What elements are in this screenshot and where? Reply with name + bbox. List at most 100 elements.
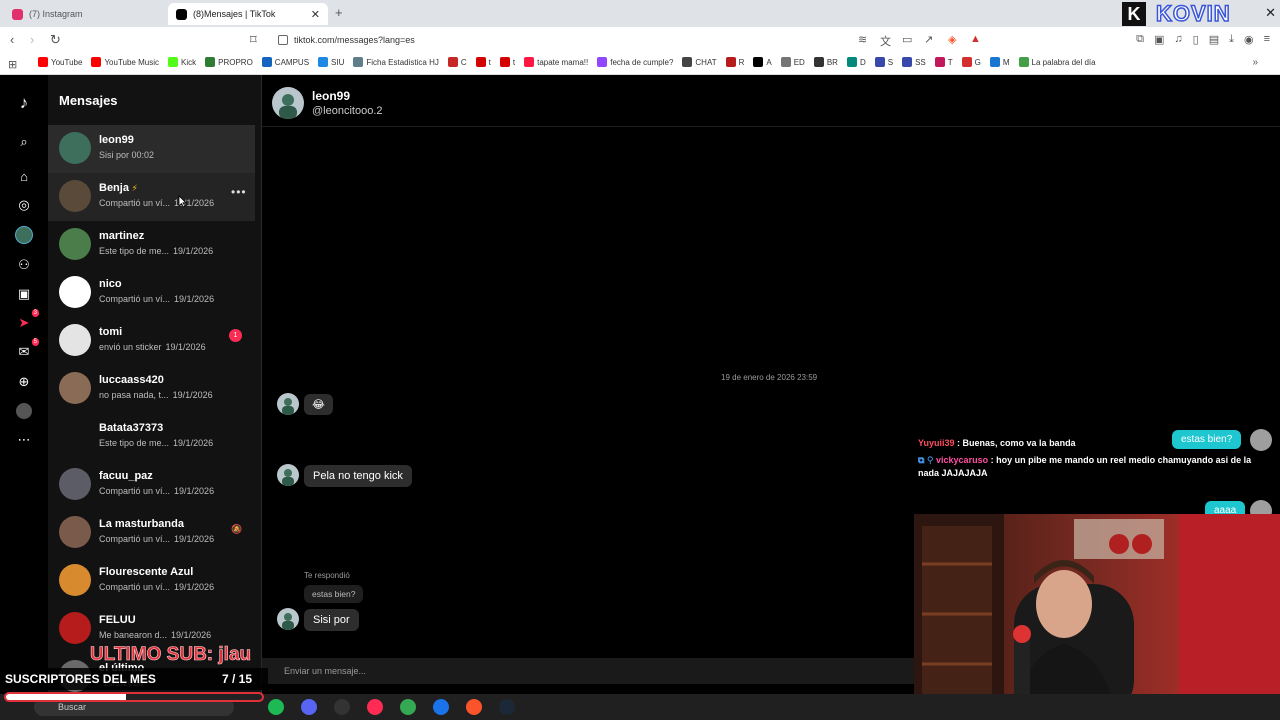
contact-name[interactable]: leon99 (312, 89, 350, 103)
live-icon[interactable]: ▣ (14, 284, 34, 304)
more-icon[interactable]: ⋯ (14, 430, 34, 450)
more-bookmarks-icon[interactable]: » (1252, 57, 1258, 68)
reader-icon[interactable]: ≋ (858, 33, 867, 46)
activity-icon[interactable]: ➤ 3 (14, 309, 39, 333)
conversation-avatar[interactable] (59, 372, 91, 404)
menu-icon[interactable]: ≡ (1264, 33, 1270, 46)
bookmark-item[interactable]: A (753, 57, 772, 67)
sender-avatar[interactable] (277, 608, 299, 630)
bookmark-item[interactable]: La palabra del día (1018, 57, 1096, 67)
site-info-icon[interactable] (278, 35, 288, 45)
conversation-avatar[interactable] (59, 516, 91, 548)
translate-icon[interactable]: 文 (880, 33, 891, 49)
bookmark-item[interactable]: T (934, 57, 953, 67)
conversation-avatar[interactable] (59, 276, 91, 308)
bookmark-item[interactable]: CAMPUS (261, 57, 309, 67)
cast-icon[interactable]: ▭ (902, 33, 912, 46)
taskbar-app-icon[interactable] (268, 699, 284, 715)
messages-icon[interactable]: ✉ 5 (14, 338, 39, 362)
share-icon[interactable]: ↗ (924, 33, 933, 46)
profile-avatar-icon[interactable] (14, 225, 34, 245)
more-options-icon[interactable]: ••• (231, 185, 247, 199)
reply-quote[interactable]: estas bien? (304, 585, 364, 603)
music-icon[interactable]: ♫ (1174, 33, 1182, 46)
conversation-avatar[interactable] (59, 132, 91, 164)
upload-icon[interactable]: ⊕ (14, 372, 34, 392)
bookmark-item[interactable]: YouTube Music (91, 57, 159, 67)
back-icon[interactable]: ‹ (10, 32, 14, 47)
message-bubble[interactable]: Sisi por (304, 609, 359, 631)
bookmark-icon[interactable]: ⌑ (250, 32, 257, 48)
conversation-avatar[interactable] (59, 564, 91, 596)
conversation-item[interactable]: nico Compartió un ví... 19/1/2026 (48, 269, 255, 317)
bookmark-item[interactable]: D (846, 57, 866, 67)
bookmark-item[interactable]: Kick (168, 57, 196, 67)
conversation-item[interactable]: tomi envió un sticker 19/1/2026 1 (48, 317, 255, 365)
sender-avatar[interactable] (277, 464, 299, 486)
bookmark-item[interactable]: Ficha Estadistica HJ (353, 57, 439, 67)
conversation-item[interactable]: Benja ⚡ Compartió un ví... 19/1/2026 ••• (48, 173, 255, 221)
apps-grid-icon[interactable]: ⊞ (8, 58, 17, 71)
bookmark-item[interactable]: t (475, 57, 491, 67)
bookmark-item[interactable]: tapate mama!! (524, 57, 588, 67)
conversation-avatar[interactable] (59, 468, 91, 500)
contact-avatar[interactable] (272, 87, 304, 119)
bookmark-item[interactable]: S (874, 57, 893, 67)
bookmark-item[interactable]: SS (902, 57, 926, 67)
tiktok-logo-icon[interactable]: ♪ (14, 93, 34, 113)
conversation-item[interactable]: Flourescente Azul Compartió un ví... 19/1/… (48, 557, 255, 605)
conversation-item[interactable]: Batata37373 Este tipo de me... 19/1/2026 (48, 413, 255, 461)
conversation-avatar[interactable] (59, 420, 91, 452)
conversation-item[interactable]: leon99 Sisi por 00:02 (48, 125, 255, 173)
taskbar-app-icon[interactable] (499, 699, 515, 715)
taskbar-app-icon[interactable] (400, 699, 416, 715)
conversation-avatar[interactable] (59, 228, 91, 260)
conversation-item[interactable]: La masturbanda Compartió un ví... 19/1/202… (48, 509, 255, 557)
friends-icon[interactable]: ⚇ (14, 255, 34, 275)
profile-icon[interactable] (14, 401, 34, 421)
tab-instagram[interactable]: (7) Instagram (4, 3, 166, 25)
rewards-icon[interactable]: ▲ (970, 33, 981, 45)
bookmark-item[interactable]: t (499, 57, 515, 67)
wallet-icon[interactable]: ▤ (1209, 33, 1219, 46)
bookmark-item[interactable]: M (989, 57, 1010, 67)
taskbar-app-icon[interactable] (367, 699, 383, 715)
vpn-icon[interactable]: ◉ (1244, 33, 1254, 46)
bookmark-item[interactable]: BR (813, 57, 838, 67)
bookmark-item[interactable]: R (725, 57, 744, 67)
taskbar-app-icon[interactable] (301, 699, 317, 715)
conversation-avatar[interactable] (59, 180, 91, 212)
tab-tiktok[interactable]: (8)Mensajes | TikTok ✕ (168, 3, 328, 25)
sender-avatar[interactable] (277, 393, 299, 415)
message-composer[interactable]: Enviar un mensaje... (262, 658, 917, 684)
conversation-item[interactable]: luccaass420 no pasa nada, t... 19/1/2026 (48, 365, 255, 413)
taskbar-app-icon[interactable] (433, 699, 449, 715)
bookmark-item[interactable]: CHAT (682, 57, 717, 67)
home-icon[interactable]: ⌂ (14, 166, 34, 186)
search-icon[interactable]: ⌕ (14, 132, 34, 152)
media-icon[interactable]: ▣ (1154, 33, 1164, 46)
message-bubble-emoji[interactable]: 😂 (304, 394, 333, 415)
bookmark-item[interactable]: SIU (318, 57, 344, 67)
download-icon[interactable]: ⤓ (1229, 33, 1234, 46)
close-window-icon[interactable]: ✕ (1265, 5, 1276, 21)
forward-icon[interactable]: › (30, 32, 34, 47)
reload-icon[interactable]: ↻ (50, 32, 61, 48)
bookmark-item[interactable]: G (961, 57, 981, 67)
bookmark-item[interactable]: YouTube (38, 57, 82, 67)
bookmark-item[interactable]: PROPRO (205, 57, 253, 67)
taskbar-app-icon[interactable] (466, 699, 482, 715)
close-tab-icon[interactable]: ✕ (311, 8, 320, 21)
bookmark-item[interactable]: ED (780, 57, 805, 67)
conversation-avatar[interactable] (59, 324, 91, 356)
conversation-item[interactable]: facuu_paz Compartió un ví... 19/1/2026 (48, 461, 255, 509)
explore-icon[interactable]: ◎ (14, 195, 34, 215)
conversation-avatar[interactable] (59, 612, 91, 644)
bookmark-item[interactable]: fecha de cumple? (597, 57, 673, 67)
sidebar-icon[interactable]: ▯ (1193, 33, 1199, 46)
conversation-item[interactable]: martinez Este tipo de me... 19/1/2026 (48, 221, 255, 269)
brave-shield-icon[interactable]: ◈ (948, 33, 956, 46)
message-bubble[interactable]: Pela no tengo kick (304, 465, 412, 487)
taskbar-app-icon[interactable] (334, 699, 350, 715)
bookmark-item[interactable]: C (447, 57, 467, 67)
